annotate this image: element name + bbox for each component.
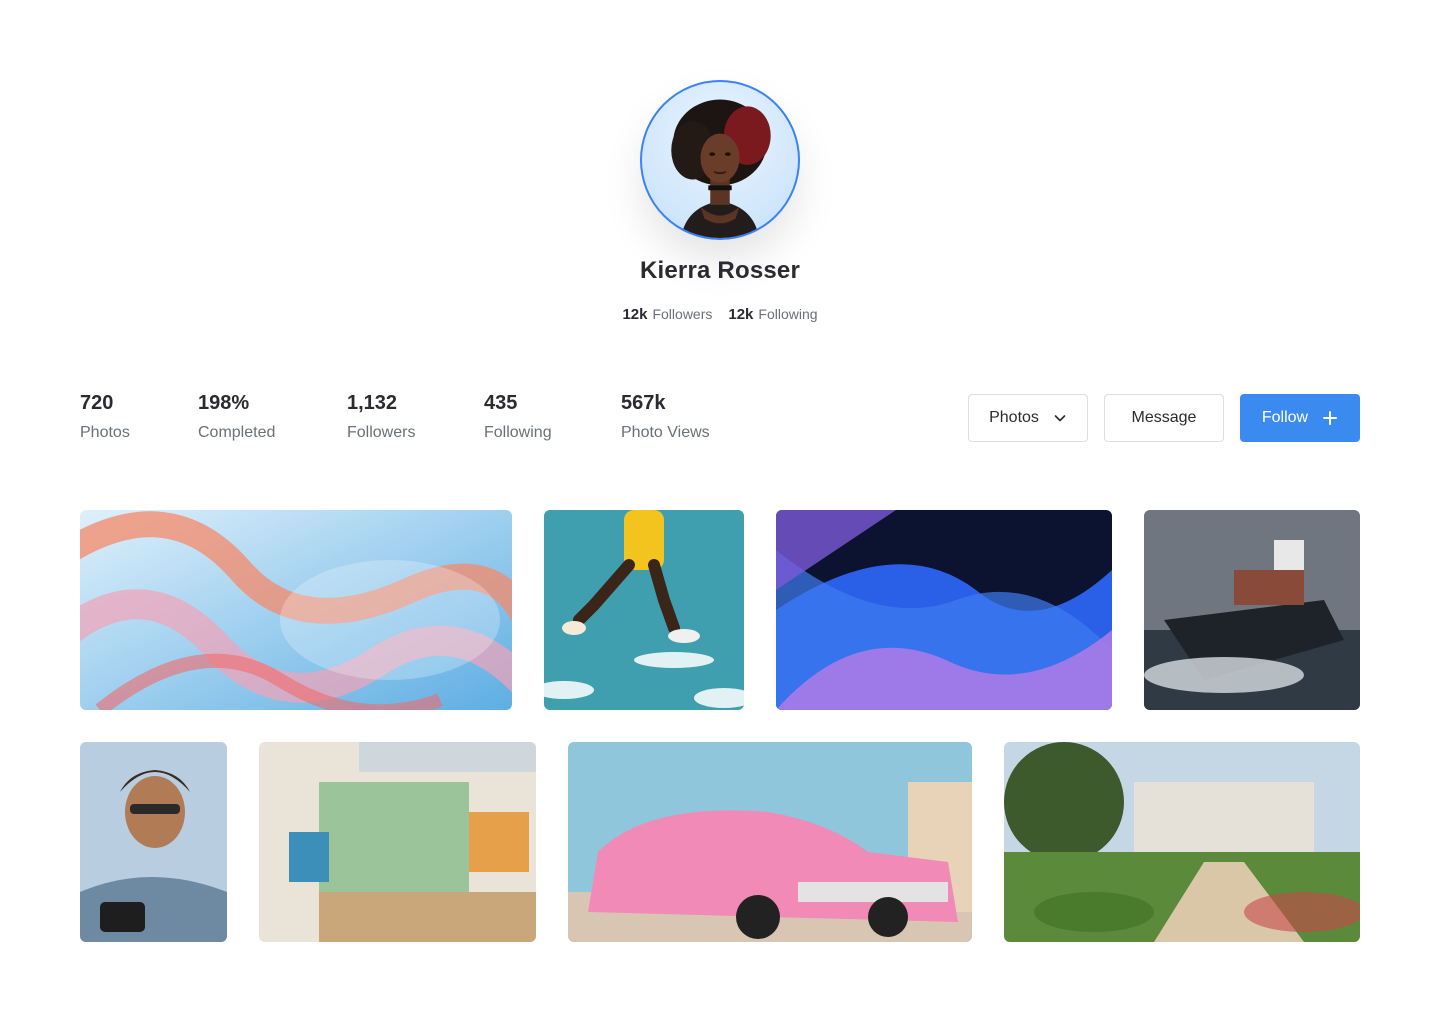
photo-image: [544, 510, 744, 710]
photo-image: [80, 742, 227, 942]
stat-value: 1,132: [347, 392, 398, 414]
stat-label: Followers: [347, 424, 416, 441]
stat-photos: 720 Photos: [80, 392, 130, 442]
photo-image: [259, 742, 536, 942]
photo-image: [776, 510, 1112, 710]
stat-completed: 198% Completed: [198, 392, 275, 442]
profile-page: Kierra Rosser 12k Followers 12k Following 7…: [0, 0, 1440, 1023]
message-button-label: Message: [1131, 409, 1197, 426]
photo-image: [568, 742, 972, 942]
stat-followers: 1,132 Followers: [347, 392, 415, 442]
plus-icon: [1323, 411, 1338, 425]
follow-button-label: Follow: [1261, 409, 1309, 426]
stat-following: 435 Following: [484, 392, 552, 442]
avatar-portrait: [671, 99, 771, 238]
chevron-down-icon: [1054, 415, 1066, 422]
stat-label: Completed: [198, 424, 276, 441]
avatar[interactable]: [640, 80, 800, 240]
stat-label: Photos: [80, 424, 130, 441]
gallery-photo-palace-garden[interactable]: [1004, 742, 1360, 942]
photo-image: [1004, 742, 1360, 942]
stat-label: Following: [484, 424, 552, 441]
profile-name: Kierra Rosser: [639, 257, 801, 284]
follow-button[interactable]: Follow: [1240, 394, 1360, 442]
gallery-photo-cargo-ship[interactable]: [1144, 510, 1360, 710]
gallery-photo-pink-car[interactable]: [568, 742, 972, 942]
gallery-photo-athlete[interactable]: [544, 510, 744, 710]
followers-label: Followers: [652, 306, 713, 322]
stat-value: 435: [484, 392, 518, 414]
stat-photo-views: 567k Photo Views: [621, 392, 710, 442]
stat-value: 198%: [198, 392, 250, 414]
gallery-photo-art-studio[interactable]: [259, 742, 536, 942]
photo-image: [80, 510, 512, 710]
gallery-photo-photographer[interactable]: [80, 742, 227, 942]
gallery-photo-glass-waves[interactable]: [80, 510, 512, 710]
dropdown-label: Photos: [989, 409, 1039, 426]
stat-value: 720: [80, 392, 114, 414]
stat-value: 567k: [621, 392, 666, 414]
stat-label: Photo Views: [621, 424, 710, 441]
following-count: 12k: [728, 306, 754, 323]
photos-filter-dropdown[interactable]: Photos: [968, 394, 1088, 442]
following-label: Following: [758, 306, 818, 322]
photo-image: [1144, 510, 1360, 710]
follow-counts: 12k Followers 12k Following: [0, 306, 1440, 323]
message-button[interactable]: Message: [1104, 394, 1224, 442]
gallery-photo-abstract-blue[interactable]: [776, 510, 1112, 710]
followers-count: 12k: [622, 306, 648, 323]
